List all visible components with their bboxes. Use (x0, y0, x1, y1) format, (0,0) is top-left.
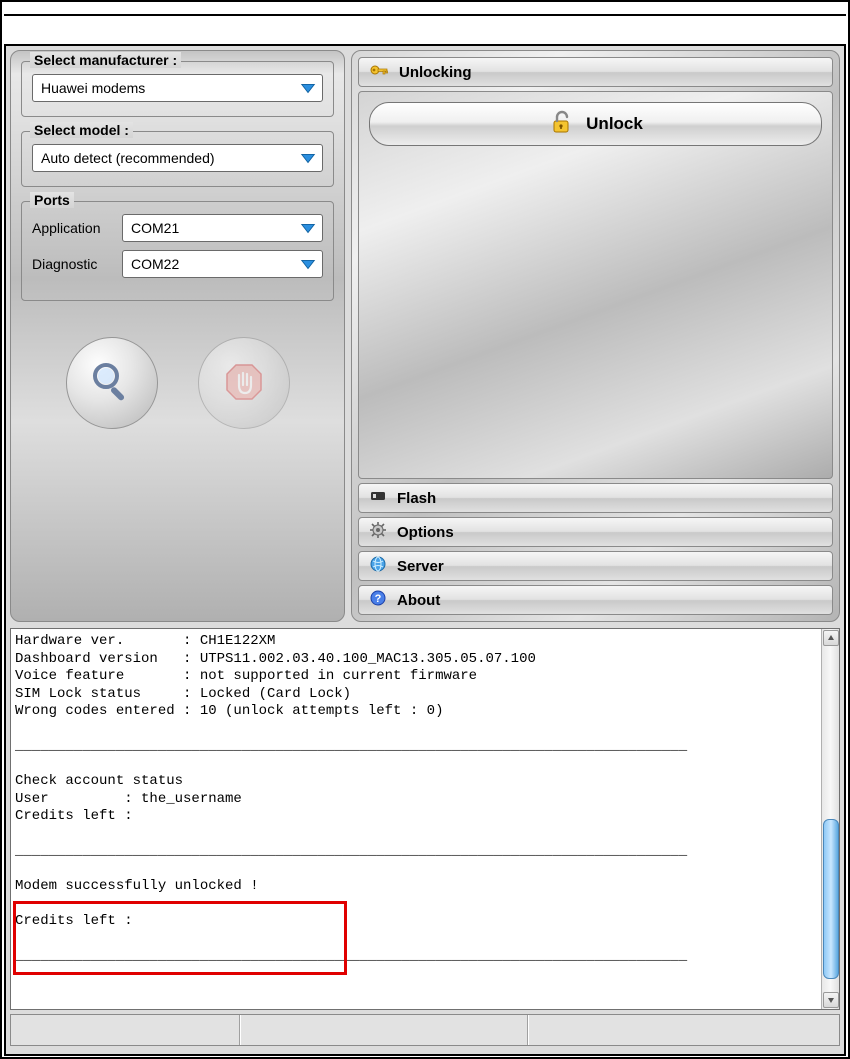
options-header-label: Options (397, 524, 454, 541)
chevron-down-icon (298, 254, 318, 274)
padlock-open-icon (548, 109, 574, 140)
server-header[interactable]: Server (358, 551, 833, 581)
unlocking-panel-body: Unlock (358, 91, 833, 479)
stop-button (198, 337, 290, 429)
chevron-down-icon (298, 218, 318, 238)
globe-icon (369, 555, 387, 577)
application-port-dropdown[interactable]: COM21 (122, 214, 323, 242)
scroll-up-button[interactable] (823, 630, 839, 646)
server-header-label: Server (397, 558, 444, 575)
help-icon: ? (369, 589, 387, 611)
model-group: Select model : Auto detect (recommended) (21, 131, 334, 187)
application-port-label: Application (32, 220, 114, 236)
log-area: Hardware ver. : CH1E122XM Dashboard vers… (10, 628, 840, 1010)
gear-icon (369, 521, 387, 543)
options-header[interactable]: Options (358, 517, 833, 547)
magnifier-icon (88, 358, 136, 409)
status-cell-3 (529, 1015, 839, 1045)
application-port-value: COM21 (131, 220, 298, 236)
ports-label: Ports (30, 192, 74, 208)
about-header-label: About (397, 592, 440, 609)
unlocking-header-label: Unlocking (399, 64, 472, 81)
chevron-down-icon (298, 78, 318, 98)
flash-header[interactable]: Flash (358, 483, 833, 513)
manufacturer-dropdown[interactable]: Huawei modems (32, 74, 323, 102)
log-text[interactable]: Hardware ver. : CH1E122XM Dashboard vers… (11, 629, 821, 1009)
unlocking-header[interactable]: Unlocking (358, 57, 833, 87)
diagnostic-port-label: Diagnostic (32, 256, 114, 272)
right-panel: Unlocking Unlock (351, 50, 840, 622)
key-icon (369, 60, 389, 84)
model-label: Select model : (30, 122, 133, 138)
model-value: Auto detect (recommended) (41, 150, 298, 166)
scroll-down-button[interactable] (823, 992, 839, 1008)
manufacturer-group: Select manufacturer : Huawei modems (21, 61, 334, 117)
chevron-down-icon (298, 148, 318, 168)
log-scrollbar[interactable] (821, 629, 839, 1009)
diagnostic-port-value: COM22 (131, 256, 298, 272)
unlock-button[interactable]: Unlock (369, 102, 822, 146)
diagnostic-port-dropdown[interactable]: COM22 (122, 250, 323, 278)
unlock-button-label: Unlock (586, 114, 643, 134)
status-bar (10, 1014, 840, 1046)
left-panel: Select manufacturer : Huawei modems Sele… (10, 50, 345, 622)
svg-text:?: ? (375, 593, 382, 605)
model-dropdown[interactable]: Auto detect (recommended) (32, 144, 323, 172)
status-cell-1 (11, 1015, 241, 1045)
scroll-thumb[interactable] (823, 819, 839, 979)
about-header[interactable]: ? About (358, 585, 833, 615)
status-cell-2 (241, 1015, 529, 1045)
flash-icon (369, 487, 387, 509)
manufacturer-label: Select manufacturer : (30, 52, 181, 68)
manufacturer-value: Huawei modems (41, 80, 298, 96)
ports-group: Ports Application COM21 Diagnostic (21, 201, 334, 301)
flash-header-label: Flash (397, 490, 436, 507)
stop-hand-icon (223, 361, 265, 406)
search-button[interactable] (66, 337, 158, 429)
